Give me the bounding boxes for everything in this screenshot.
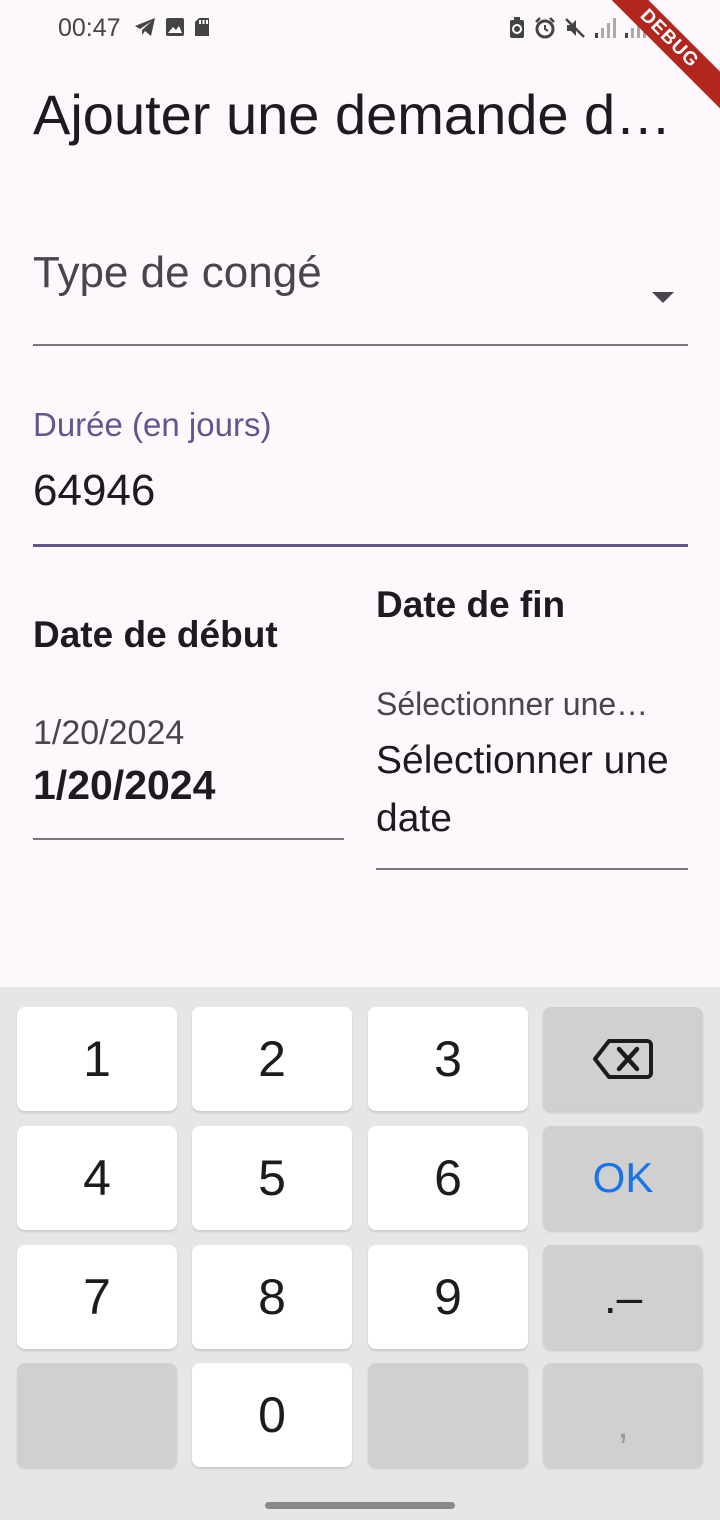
blank-key-left[interactable] xyxy=(17,1363,177,1467)
status-notification-icons xyxy=(134,17,210,37)
backspace-key[interactable] xyxy=(543,1007,703,1111)
status-system-icons xyxy=(508,17,646,39)
signal-icon xyxy=(595,18,616,38)
duration-label: Durée (en jours) xyxy=(33,406,272,443)
key-7[interactable]: 7 xyxy=(17,1245,177,1349)
leave-type-label: Type de congé xyxy=(33,248,322,297)
start-date-value: 1/20/2024 xyxy=(33,762,216,808)
leave-type-dropdown[interactable]: Type de congé xyxy=(33,232,688,346)
sd-card-icon xyxy=(195,18,209,36)
end-date-value: Sélectionner une date xyxy=(376,739,669,840)
key-6[interactable]: 6 xyxy=(368,1126,528,1230)
start-date-heading: Date de début xyxy=(33,614,278,655)
home-indicator[interactable] xyxy=(265,1502,455,1509)
key-5[interactable]: 5 xyxy=(192,1126,352,1230)
duration-field[interactable]: Durée (en jours) 64946 xyxy=(33,400,688,547)
blank-key-right[interactable] xyxy=(368,1363,528,1467)
key-0[interactable]: 0 xyxy=(192,1363,352,1467)
status-time: 00:47 xyxy=(58,14,121,42)
dropdown-arrow-icon xyxy=(652,292,674,303)
end-date-field[interactable]: Sélectionner une… Sélectionner une date xyxy=(376,672,688,870)
battery-saver-icon xyxy=(510,17,524,38)
key-2[interactable]: 2 xyxy=(192,1007,352,1111)
backspace-icon xyxy=(593,1039,653,1079)
symbol-key[interactable]: .– xyxy=(543,1245,703,1349)
alarm-icon xyxy=(535,17,555,39)
telegram-icon xyxy=(135,18,155,36)
duration-input[interactable]: 64946 xyxy=(33,466,155,516)
page-title: Ajouter une demande d… xyxy=(33,83,672,146)
key-4[interactable]: 4 xyxy=(17,1126,177,1230)
comma-key[interactable]: , xyxy=(543,1363,703,1467)
key-8[interactable]: 8 xyxy=(192,1245,352,1349)
numeric-keyboard: 1 2 3 4 5 6 OK 7 8 9 .– 0 , xyxy=(0,987,720,1520)
key-1[interactable]: 1 xyxy=(17,1007,177,1111)
ok-key[interactable]: OK xyxy=(543,1126,703,1230)
mute-icon xyxy=(565,18,585,38)
start-date-label: 1/20/2024 xyxy=(33,714,185,752)
status-bar: 00:47 DEBUG xyxy=(0,0,720,116)
end-date-label: Sélectionner une… xyxy=(376,686,649,722)
start-date-field[interactable]: 1/20/2024 1/20/2024 xyxy=(33,700,344,840)
key-3[interactable]: 3 xyxy=(368,1007,528,1111)
image-icon xyxy=(166,18,184,36)
end-date-heading: Date de fin xyxy=(376,584,566,625)
key-9[interactable]: 9 xyxy=(368,1245,528,1349)
